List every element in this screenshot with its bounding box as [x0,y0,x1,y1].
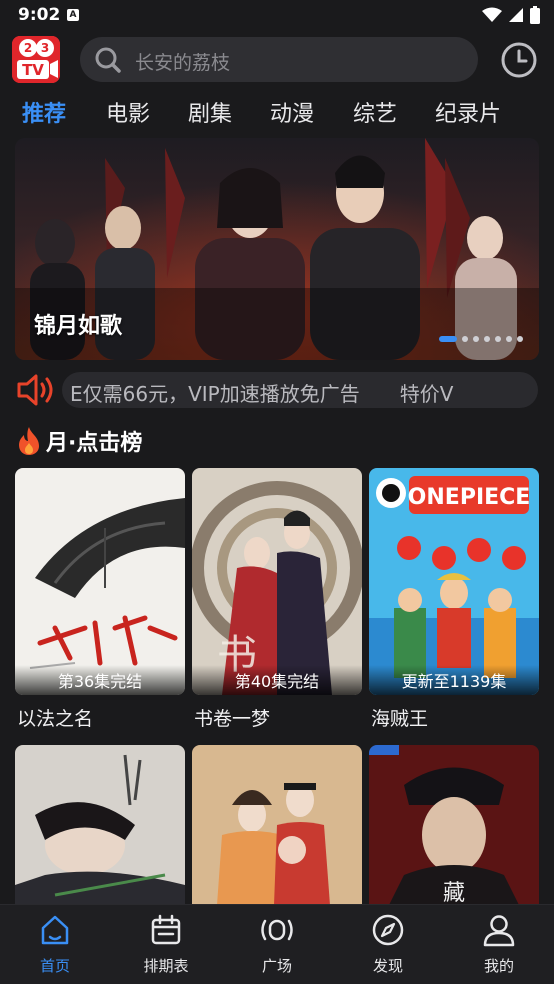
tab-documentary[interactable]: 纪录片 [435,96,501,128]
card-title: 书卷一梦 [194,708,271,730]
poster-image: 书 第40集完结 [192,468,362,695]
battery-icon [530,6,540,24]
pager-dot[interactable] [517,336,523,342]
episode-badge: 更新至1139集 [369,665,539,695]
svg-text:2: 2 [24,41,32,55]
banner-title: 锦月如歌 [34,314,123,339]
nav-label: 我的 [483,957,514,975]
nav-label: 发现 [372,957,403,975]
search-placeholder: 长安的荔枝 [135,52,231,74]
announcement-marquee: E仅需66元，VIP加速播放免广告 特价V [62,372,538,408]
status-icons [482,6,540,24]
svg-text:藏: 藏 [443,881,465,905]
tab-anime[interactable]: 动漫 [270,96,314,128]
announcement-text: E仅需66元，VIP加速播放免广告 特价V [70,382,454,406]
svg-text:TV: TV [22,61,44,79]
video-card[interactable]: ONEPIECE 更新至1139集 海贼王 [369,468,539,731]
episode-badge: 第36集完结 [15,665,185,695]
nav-home[interactable]: 首页 [15,913,95,976]
fire-icon [19,427,39,455]
pager-dot[interactable] [495,336,501,342]
pager-dot[interactable] [439,336,457,342]
notification-a-icon: A [67,9,79,21]
nav-label: 排期表 [143,957,189,975]
nav-schedule[interactable]: 排期表 [126,913,206,976]
speaker-icon [17,374,53,406]
svg-text:ONEPIECE: ONEPIECE [408,485,531,510]
section-title: 月·点击榜 [46,431,143,456]
section-header: 月·点击榜 [16,424,142,458]
video-card[interactable]: 书 第40集完结 书卷一梦 [192,468,362,731]
compass-icon [372,914,404,946]
video-card-poster[interactable]: 藏 [369,745,539,905]
video-card[interactable]: 第36集完结 以法之名 [15,468,185,731]
tab-recommend[interactable]: 推荐 [22,96,66,128]
poster-image: 第36集完结 [15,468,185,695]
broadcast-icon [261,919,293,941]
calendar-icon [151,914,181,945]
signal-icon [509,8,523,22]
video-card-poster[interactable] [15,745,185,905]
episode-badge: 第40集完结 [192,665,362,695]
wifi-icon [482,7,502,22]
category-tabs: 推荐 电影 剧集 动漫 综艺 纪录片 [0,96,554,136]
bottom-navigation: 首页 排期表 广场 发现 我的 [0,904,554,984]
search-input[interactable]: 长安的荔枝 [80,37,478,82]
poster-image: ONEPIECE 更新至1139集 [369,468,539,695]
user-icon [483,915,515,947]
app-logo[interactable]: 2 3 TV [12,36,60,83]
pager-dot[interactable] [473,336,479,342]
status-bar: 9:02 A [0,0,554,30]
pager-dot[interactable] [484,336,490,342]
home-icon [41,915,69,945]
nav-square[interactable]: 广场 [237,913,317,976]
featured-banner[interactable]: 锦月如歌 [15,138,539,360]
video-card-poster[interactable] [192,745,362,905]
svg-text:3: 3 [41,41,49,55]
announcement-bar[interactable]: E仅需66元，VIP加速播放免广告 特价V [0,370,554,410]
search-icon [95,47,121,73]
nav-label: 广场 [261,957,292,975]
tab-variety[interactable]: 综艺 [353,96,397,128]
tab-movies[interactable]: 电影 [106,96,150,128]
banner-pager [439,336,523,342]
history-icon[interactable] [500,41,538,79]
nav-profile[interactable]: 我的 [459,913,539,976]
status-time: 9:02 [18,5,61,25]
tab-series[interactable]: 剧集 [188,96,232,128]
pager-dot[interactable] [506,336,512,342]
nav-label: 首页 [39,957,70,975]
card-title: 以法之名 [17,708,94,730]
card-title: 海贼王 [371,708,429,730]
pager-dot[interactable] [462,336,468,342]
nav-discover[interactable]: 发现 [348,913,428,976]
